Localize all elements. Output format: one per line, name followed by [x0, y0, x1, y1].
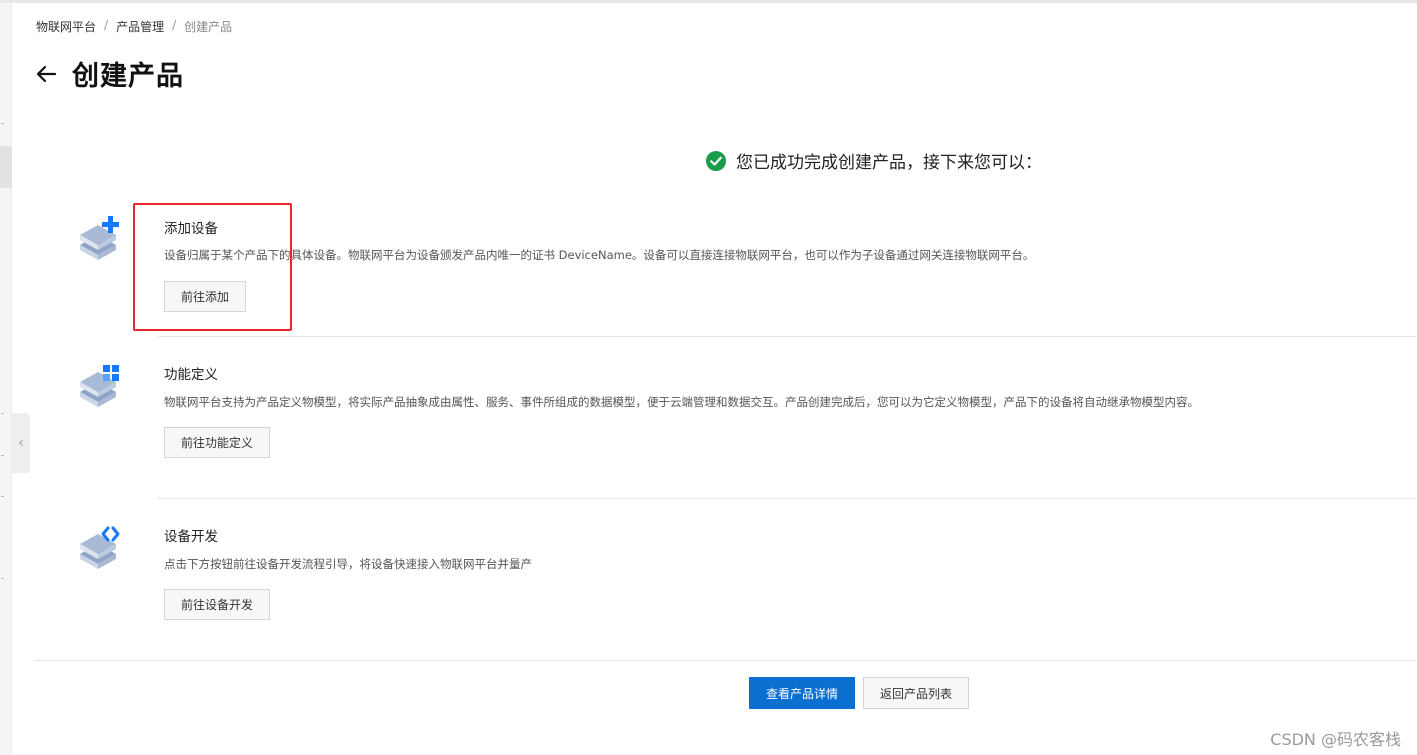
device-develop-icon — [80, 526, 120, 569]
view-product-details-button[interactable]: 查看产品详情 — [749, 677, 856, 709]
back-to-product-list-button[interactable]: 返回产品列表 — [863, 677, 970, 709]
step-title: 功能定义 — [164, 367, 218, 383]
page-header: 创建产品 — [34, 54, 184, 93]
sidebar-tick — [1, 455, 4, 456]
step-title: 设备开发 — [164, 529, 218, 545]
sidebar-active-marker — [0, 146, 12, 188]
sidebar-tick — [1, 123, 4, 124]
go-device-develop-button[interactable]: 前往设备开发 — [164, 589, 271, 620]
breadcrumb-item-product-management[interactable]: 产品管理 — [116, 18, 164, 35]
chevron-left-icon: ‹ — [18, 435, 24, 451]
top-border — [0, 0, 1417, 3]
watermark: CSDN @码农客栈 — [1270, 730, 1401, 749]
function-define-icon — [80, 365, 119, 407]
success-banner: 您已成功完成创建产品，接下来您可以： — [706, 148, 1042, 173]
left-sidebar-rail — [0, 3, 12, 755]
sidebar-tick — [1, 496, 4, 497]
sidebar-tick — [1, 578, 4, 579]
step-divider — [158, 336, 1417, 337]
breadcrumb-item-iot-platform[interactable]: 物联网平台 — [36, 18, 96, 35]
success-message: 您已成功完成创建产品，接下来您可以： — [736, 153, 1042, 173]
step-title: 添加设备 — [164, 221, 218, 237]
go-add-device-button[interactable]: 前往添加 — [164, 281, 247, 312]
step-description: 点击下方按钮前往设备开发流程引导，将设备快速接入物联网平台并量产 — [164, 557, 532, 571]
arrow-left-icon[interactable] — [34, 62, 58, 86]
breadcrumb-separator: / — [172, 18, 177, 32]
sidebar-collapse-handle[interactable]: ‹ — [12, 413, 30, 473]
footer-actions: 查看产品详情 返回产品列表 — [749, 677, 970, 709]
breadcrumb: 物联网平台 / 产品管理 / 创建产品 — [36, 18, 232, 35]
step-description: 物联网平台支持为产品定义物模型，将实际产品抽象成由属性、服务、事件所组成的数据模… — [164, 395, 1199, 409]
footer-divider — [35, 660, 1417, 661]
breadcrumb-separator: / — [104, 18, 109, 32]
step-description: 设备归属于某个产品下的具体设备。物联网平台为设备颁发产品内唯一的证书 Devic… — [164, 248, 1035, 262]
breadcrumb-item-create-product: 创建产品 — [184, 20, 233, 34]
device-add-icon — [80, 216, 119, 260]
step-divider — [158, 498, 1417, 499]
page-title: 创建产品 — [72, 61, 184, 92]
check-circle-icon — [706, 150, 726, 171]
go-function-define-button[interactable]: 前往功能定义 — [164, 427, 271, 458]
sidebar-tick — [1, 413, 4, 414]
